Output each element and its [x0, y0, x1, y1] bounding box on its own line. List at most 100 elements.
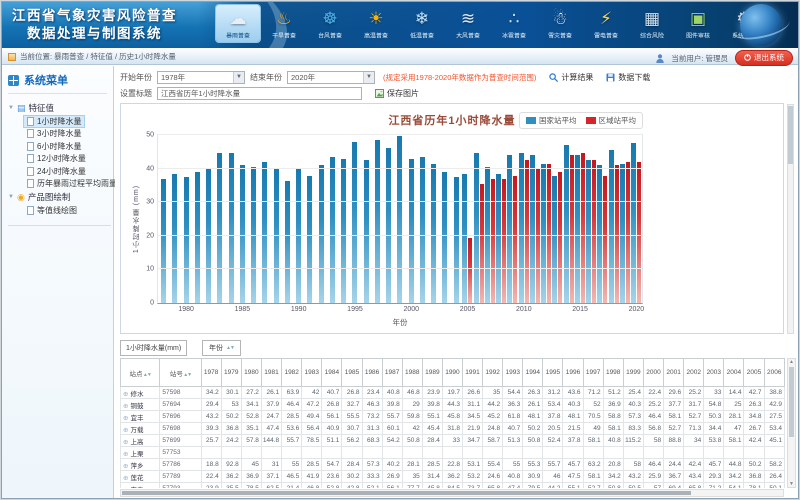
- column-header-year-1982[interactable]: 1982: [282, 359, 302, 387]
- column-header-year-2001[interactable]: 2001: [664, 359, 684, 387]
- tree-toggle-icon[interactable]: ▼: [8, 194, 14, 200]
- row-expander-icon[interactable]: ⊕: [123, 439, 128, 446]
- column-header-year-1999[interactable]: 1999: [623, 359, 643, 387]
- toolbar-item-typhoon[interactable]: ☸台风普查: [308, 5, 352, 42]
- row-expander-icon[interactable]: ⊕: [123, 391, 128, 398]
- value-cell: 69.4: [664, 483, 684, 489]
- value-cell: 26.9: [382, 471, 402, 483]
- logout-button[interactable]: 退出系统: [735, 50, 793, 66]
- column-header-year-1990[interactable]: 1990: [442, 359, 462, 387]
- sidebar-item-12小时降水量[interactable]: 12小时降水量: [23, 153, 90, 166]
- column-header-year-1987[interactable]: 1987: [382, 359, 402, 387]
- chart-vertical-scrollbar[interactable]: [787, 104, 794, 334]
- toolbar-item-lightning[interactable]: ⚡雷电普查: [584, 5, 628, 42]
- toolbar-item-label: 图件审核: [679, 32, 716, 41]
- value-cell: 26.3: [744, 399, 764, 411]
- column-header-year-1980[interactable]: 1980: [241, 359, 261, 387]
- table-year-sort[interactable]: 年份▲▼: [202, 340, 241, 356]
- column-header-year-1996[interactable]: 1996: [563, 359, 583, 387]
- end-year-select[interactable]: 2020年▼: [287, 71, 375, 84]
- column-header-year-1979[interactable]: 1979: [221, 359, 241, 387]
- sidebar-group-1[interactable]: ▼◉产品图绘制: [8, 190, 111, 204]
- column-header-year-1983[interactable]: 1983: [302, 359, 322, 387]
- row-expander-icon[interactable]: ⊕: [123, 487, 128, 489]
- value-cell: 45.8: [442, 411, 462, 423]
- column-header-station-id[interactable]: 站号 ▲▼: [160, 359, 201, 387]
- value-cell: 25: [724, 399, 744, 411]
- value-cell: 20.8: [603, 459, 623, 471]
- bar-national-1978: [161, 179, 166, 303]
- scrollbar-thumb[interactable]: [789, 367, 794, 437]
- toolbar-item-drought[interactable]: ♨干旱普查: [262, 5, 306, 42]
- legend-entry-区域站平均[interactable]: 区域站平均: [586, 115, 637, 126]
- column-header-year-1998[interactable]: 1998: [603, 359, 623, 387]
- value-cell: 25.2: [684, 387, 704, 399]
- sidebar-item-1小时降水量[interactable]: 1小时降水量: [23, 115, 85, 128]
- column-header-year-1988[interactable]: 1988: [402, 359, 422, 387]
- toolbar-item-risk-calc[interactable]: ▦综合风险: [630, 5, 674, 42]
- column-header-year-1991[interactable]: 1991: [462, 359, 482, 387]
- tree-toggle-icon[interactable]: ▼: [8, 105, 14, 111]
- column-header-year-2006[interactable]: 2006: [764, 359, 784, 387]
- column-header-year-1995[interactable]: 1995: [543, 359, 563, 387]
- table-horizontal-scrollbar[interactable]: [120, 489, 784, 497]
- value-cell: 33: [442, 435, 462, 447]
- column-header-year-1989[interactable]: 1989: [422, 359, 442, 387]
- column-header-year-1984[interactable]: 1984: [322, 359, 342, 387]
- column-header-year-2004[interactable]: 2004: [724, 359, 744, 387]
- value-cell: 36.8: [744, 471, 764, 483]
- column-header-year-1994[interactable]: 1994: [523, 359, 543, 387]
- column-header-year-1997[interactable]: 1997: [583, 359, 603, 387]
- row-expander-icon[interactable]: ⊕: [123, 463, 128, 470]
- app-window: 江西省气象灾害风险普查 数据处理与制图系统 ☁暴雨普查♨干旱普查☸台风普查☀高温…: [1, 1, 799, 499]
- row-expander-icon[interactable]: ⊕: [123, 415, 128, 422]
- toolbar-item-heat[interactable]: ☀高温普查: [354, 5, 398, 42]
- scroll-up-icon[interactable]: ▲: [788, 359, 795, 365]
- toolbar-item-map-review[interactable]: ▣图件审核: [676, 5, 720, 42]
- column-header-year-1993[interactable]: 1993: [503, 359, 523, 387]
- column-header-year-2005[interactable]: 2005: [744, 359, 764, 387]
- column-header-year-1985[interactable]: 1985: [342, 359, 362, 387]
- calc-result-button[interactable]: 计算结果: [549, 72, 593, 83]
- legend-entry-国家站平均[interactable]: 国家站平均: [526, 115, 577, 126]
- row-expander-icon[interactable]: ⊕: [123, 427, 128, 434]
- chart-title-input[interactable]: 江西省历年1小时降水量: [157, 87, 362, 100]
- column-header-year-2000[interactable]: 2000: [643, 359, 663, 387]
- sidebar-item-6小时降水量[interactable]: 6小时降水量: [23, 140, 85, 153]
- sidebar-item-24小时降水量[interactable]: 24小时降水量: [23, 165, 90, 178]
- column-header-year-1981[interactable]: 1981: [261, 359, 281, 387]
- bar-national-1979: [172, 174, 177, 303]
- data-download-button[interactable]: 数据下载: [606, 72, 650, 83]
- table-vertical-scrollbar[interactable]: ▲ ▼: [787, 358, 796, 488]
- value-cell: [422, 447, 442, 459]
- column-header-year-1992[interactable]: 1992: [483, 359, 503, 387]
- column-header-station[interactable]: 站点 ▲▼: [121, 359, 160, 387]
- toolbar-item-hail[interactable]: ∴冰雹普查: [492, 5, 536, 42]
- scrollbar-thumb[interactable]: [788, 106, 793, 164]
- table-panel: 1小时降水量(mm) 年份▲▼ 站点 ▲▼站号 ▲▼19781979198019…: [118, 338, 796, 498]
- toolbar-item-rainstorm[interactable]: ☁暴雨普查: [216, 5, 260, 42]
- toolbar-item-freeze[interactable]: ❄低温普查: [400, 5, 444, 42]
- column-header-year-1978[interactable]: 1978: [201, 359, 221, 387]
- row-expander-icon[interactable]: ⊕: [123, 451, 128, 458]
- toolbar-item-label: 雷电普查: [587, 32, 624, 41]
- row-expander-icon[interactable]: ⊕: [123, 403, 128, 410]
- scroll-down-icon[interactable]: ▼: [788, 481, 795, 487]
- column-header-year-2002[interactable]: 2002: [684, 359, 704, 387]
- column-header-year-1986[interactable]: 1986: [362, 359, 382, 387]
- start-year-select[interactable]: 1978年▼: [157, 71, 245, 84]
- sidebar-item-3小时降水量[interactable]: 3小时降水量: [23, 128, 85, 141]
- bar-national-2000: [409, 159, 414, 304]
- value-cell: 43.6: [563, 387, 583, 399]
- sidebar-group-0[interactable]: ▼▤特征值: [8, 101, 111, 115]
- toolbar-item-snow[interactable]: ☃雪灾普查: [538, 5, 582, 42]
- toolbar-item-wind[interactable]: ≋大风普查: [446, 5, 490, 42]
- row-expander-icon[interactable]: ⊕: [123, 475, 128, 482]
- sidebar-item-等值线绘图[interactable]: 等值线绘图: [23, 204, 81, 217]
- scrollbar-thumb[interactable]: [122, 491, 691, 495]
- value-cell: 57.3: [623, 411, 643, 423]
- sidebar-item-历年暴雨过程平均雨量[interactable]: 历年暴雨过程平均雨量: [23, 178, 121, 191]
- value-cell: 58: [623, 459, 643, 471]
- save-image-button[interactable]: 保存图片: [375, 88, 419, 99]
- column-header-year-2003[interactable]: 2003: [704, 359, 724, 387]
